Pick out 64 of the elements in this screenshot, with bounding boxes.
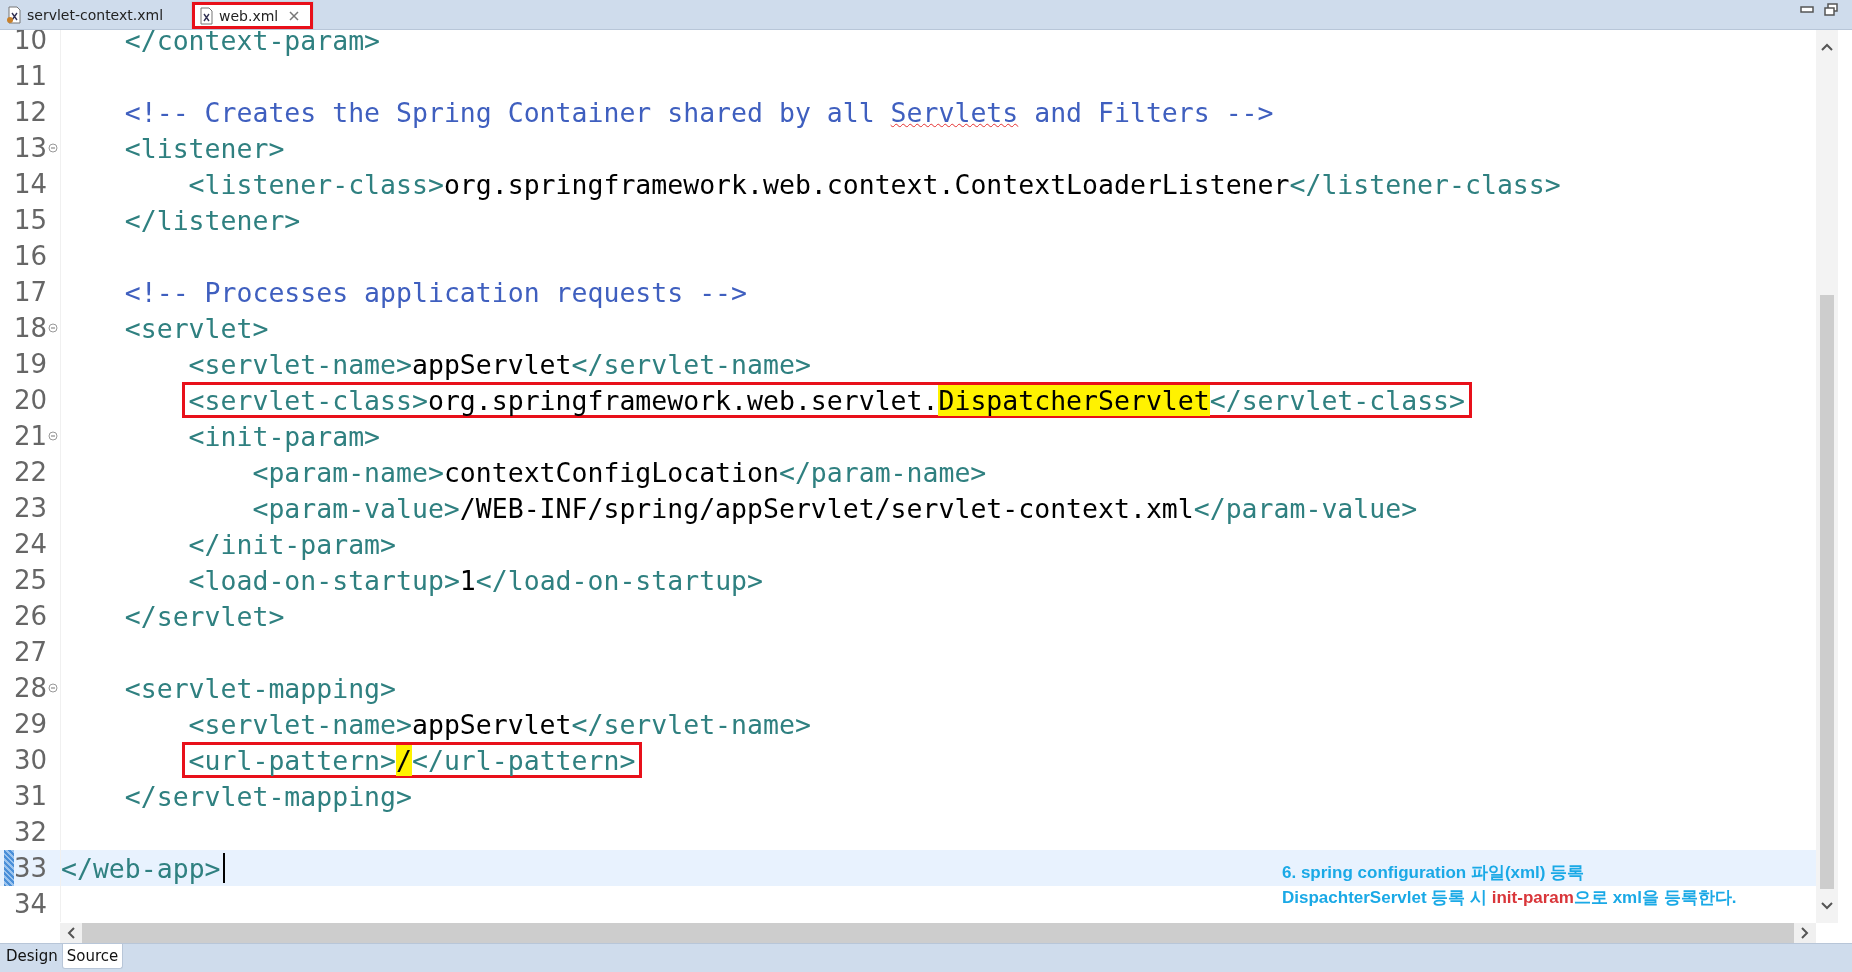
line-number: 33 [14,853,48,883]
line-number: 23 [14,493,48,523]
line-number: 15 [14,205,48,235]
scroll-left-icon[interactable] [66,926,76,940]
code-line: </listener> [124,203,301,238]
line-number: 16 [14,241,48,271]
code-line: <servlet-name>appServlet</servlet-name> [188,347,811,382]
view-tab[interactable]: Source [61,944,124,969]
line-number: 13 [14,133,48,163]
line-number: 22 [14,457,48,487]
code-line: <!-- Processes application requests --> [124,275,748,310]
line-number: 25 [14,565,48,595]
annotation-text: DispachterServlet 등록 시 init-param으로 xml을 등록한다. [1282,887,1737,909]
line-number: 27 [14,637,48,667]
line-number: 28 [14,673,48,703]
code-line: </web-app> [61,851,221,886]
line-number: 34 [14,889,48,919]
fold-toggle-icon[interactable] [48,323,58,333]
code-line: <init-param> [188,419,381,454]
line-number: 31 [14,781,48,811]
xml-file-icon [6,6,22,24]
line-number: 12 [14,97,48,127]
line-number: 29 [14,709,48,739]
line-number: 32 [14,817,48,847]
code-line: <servlet> [124,311,269,346]
scroll-down-icon[interactable] [1820,901,1834,911]
minimize-icon[interactable] [1800,6,1814,14]
line-number: 14 [14,169,48,199]
close-icon[interactable] [289,10,300,21]
code-line: </servlet-mapping> [124,779,412,814]
vertical-scrollbar[interactable] [1816,30,1838,923]
fold-toggle-icon[interactable] [48,683,58,693]
line-number: 11 [14,61,48,91]
code-line: <listener-class>org.springframework.web.context.ContextLoaderListener</listener-class> [188,167,1561,202]
line-number: 26 [14,601,48,631]
line-number: 20 [14,385,48,415]
scroll-up-icon[interactable] [1820,42,1834,52]
fold-toggle-icon[interactable] [48,143,58,153]
view-tab[interactable]: Design [2,944,62,968]
code-line: <servlet-mapping> [124,671,397,706]
code-line: </servlet> [124,599,285,634]
code-line: <!-- Creates the Spring Container shared by all Servlets and Filters --> [124,95,1274,130]
line-number: 18 [14,313,48,343]
line-number: 17 [14,277,48,307]
scrollbar-thumb[interactable] [1820,295,1834,889]
line-number: 21 [14,421,48,451]
restore-icon[interactable] [1824,3,1838,17]
line-number: 30 [14,745,48,775]
line-number: 19 [14,349,48,379]
line-number: 10 [14,30,48,55]
code-line: <servlet-name>appServlet</servlet-name> [188,707,811,742]
annotation-text: 6. spring configuration 파일(xml) 등록 [1282,862,1586,884]
editor-tab[interactable]: servlet-context.xml [0,1,178,29]
code-line: <param-value>/WEB-INF/spring/appServlet/servlet-context.xml</param-value> [252,491,1418,526]
code-line: </context-param> [124,30,381,58]
scroll-right-icon[interactable] [1800,926,1810,940]
code-line: <load-on-startup>1</load-on-startup> [188,563,763,598]
editor-tab[interactable]: web.xml [191,1,315,29]
line-number: 24 [14,529,48,559]
xml-file-icon [198,6,215,25]
code-line: <listener> [124,131,285,166]
code-line: <param-name>contextConfigLocation</param-name> [252,455,987,490]
fold-toggle-icon[interactable] [48,431,58,441]
code-line: </init-param> [188,527,397,562]
